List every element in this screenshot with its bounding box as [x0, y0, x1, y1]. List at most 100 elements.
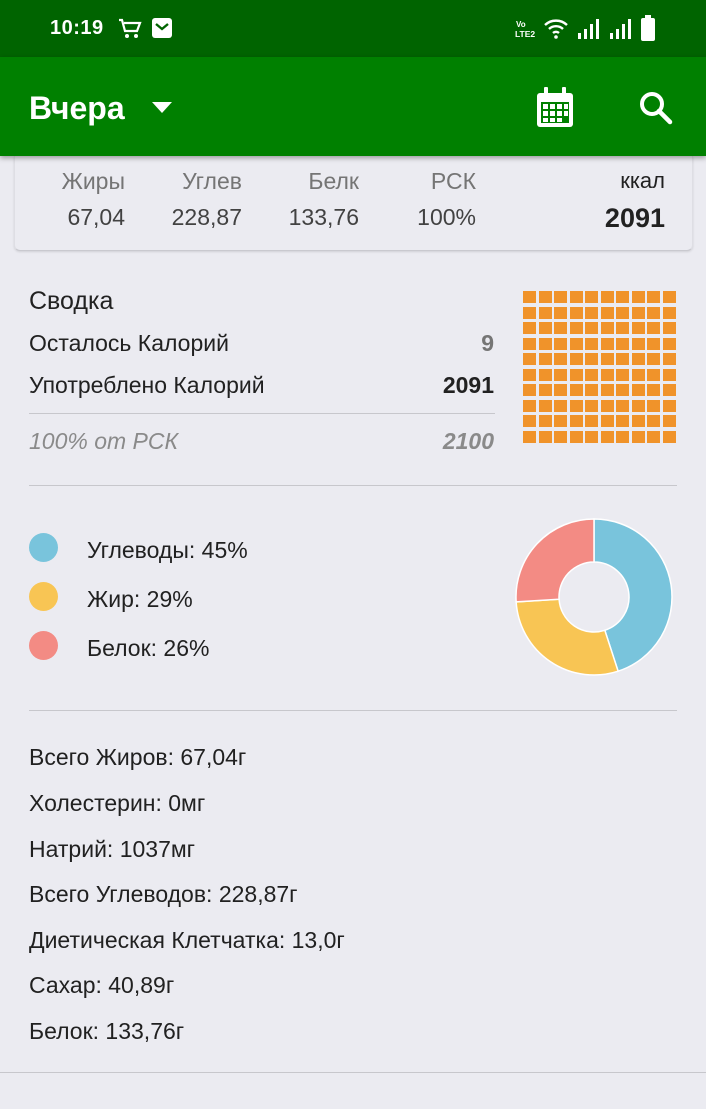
calorie-grid-cell — [631, 430, 645, 443]
calorie-grid-cell — [662, 415, 676, 427]
calorie-grid-cell — [554, 291, 567, 303]
calorie-grid-cell — [569, 291, 583, 303]
calorie-grid-cell — [631, 415, 645, 427]
wifi-icon — [544, 18, 568, 45]
calorie-grid-cell — [523, 306, 536, 319]
calorie-grid-cell — [538, 415, 552, 427]
calorie-grid-cell — [662, 337, 676, 350]
calorie-grid-cell — [585, 415, 598, 427]
consumed-calories-label: Употреблено Калорий — [29, 372, 265, 398]
calorie-grid-cell — [569, 384, 583, 396]
macro-protein-label: Белк — [308, 168, 359, 194]
status-bar: 10:19 Vo LTE2 — [0, 0, 706, 57]
calorie-grid-cell — [631, 399, 645, 412]
nutrient-total-carbs: Всего Углеводов: 228,87г — [29, 881, 298, 907]
calorie-grid-cell — [631, 384, 645, 396]
calendar-icon[interactable] — [535, 87, 575, 134]
calorie-grid-cell — [554, 322, 567, 334]
calorie-grid-cell — [600, 384, 614, 396]
calorie-grid-cell — [554, 430, 567, 443]
date-title[interactable]: Вчера — [29, 90, 125, 127]
calorie-grid-cell — [554, 384, 567, 396]
calorie-grid-cell — [538, 291, 552, 303]
consumed-calories-value: 2091 — [442, 372, 494, 398]
calorie-grid-cell — [569, 430, 583, 443]
calorie-grid-cell — [523, 415, 536, 427]
macro-rdi-value: 100% — [417, 204, 476, 230]
section-divider — [29, 710, 677, 711]
calorie-grid-cell — [554, 306, 567, 319]
calorie-grid-cell — [523, 384, 536, 396]
calorie-grid-cell — [631, 353, 645, 365]
nutrient-sugar: Сахар: 40,89г — [29, 972, 175, 998]
calorie-grid-cell — [523, 368, 536, 381]
calorie-grid-cell — [616, 399, 629, 412]
calorie-grid-cell — [647, 430, 660, 443]
legend-protein: Белок: 26% — [87, 635, 210, 661]
macro-fat-value: 67,04 — [67, 204, 125, 230]
calorie-grid-cell — [600, 291, 614, 303]
calorie-grid-cell — [585, 291, 598, 303]
calorie-grid-cell — [538, 384, 552, 396]
signal-icon — [577, 18, 599, 45]
calorie-grid-cell — [523, 337, 536, 350]
calorie-grid-cell — [662, 291, 676, 303]
macros-summary-bar: Жиры 67,04 Углев 228,87 Белк 133,76 РСК … — [14, 156, 693, 251]
calorie-grid-cell — [569, 337, 583, 350]
calorie-grid-cell — [585, 306, 598, 319]
macro-fat-label: Жиры — [61, 168, 125, 194]
calorie-grid-cell — [523, 353, 536, 365]
calorie-grid-cell — [538, 353, 552, 365]
nutrient-sodium: Натрий: 1037мг — [29, 836, 196, 862]
calorie-grid-cell — [647, 306, 660, 319]
calorie-grid-cell — [523, 291, 536, 303]
calorie-grid-cell — [569, 415, 583, 427]
app-bar: Вчера — [0, 57, 706, 156]
calorie-grid-cell — [647, 337, 660, 350]
macro-donut-chart — [515, 518, 673, 676]
calorie-grid-cell — [600, 322, 614, 334]
calorie-grid-cell — [523, 399, 536, 412]
calorie-grid-cell — [662, 399, 676, 412]
calorie-grid-cell — [662, 368, 676, 381]
calorie-grid-cell — [585, 368, 598, 381]
calorie-grid-cell — [616, 430, 629, 443]
search-icon[interactable] — [638, 90, 674, 131]
calorie-grid-cell — [600, 306, 614, 319]
calorie-grid-cell — [538, 306, 552, 319]
nutrient-fiber: Диетическая Клетчатка: 13,0г — [29, 927, 345, 953]
macro-kcal-label: ккал — [620, 168, 665, 193]
calorie-grid-cell — [554, 337, 567, 350]
calorie-grid-cell — [647, 322, 660, 334]
svg-text:LTE2: LTE2 — [515, 29, 535, 39]
calorie-grid-cell — [600, 415, 614, 427]
calorie-grid-cell — [554, 399, 567, 412]
calorie-grid-cell — [569, 368, 583, 381]
donut-slice-fat — [515, 598, 620, 676]
calorie-grid-cell — [585, 399, 598, 412]
calorie-grid-cell — [600, 337, 614, 350]
remaining-calories-label: Осталось Калорий — [29, 330, 229, 356]
calorie-grid-cell — [523, 430, 536, 443]
calorie-grid-cell — [616, 368, 629, 381]
calorie-grid-cell — [523, 322, 536, 334]
remaining-calories-value: 9 — [481, 330, 494, 356]
bottom-divider — [0, 1072, 706, 1073]
calorie-grid-cell — [662, 306, 676, 319]
calorie-grid-cell — [554, 353, 567, 365]
calorie-grid-cell — [631, 337, 645, 350]
calorie-grid-cell — [538, 399, 552, 412]
calorie-grid-cell — [600, 430, 614, 443]
donut-slice-protein — [515, 518, 595, 603]
calorie-grid-cell — [616, 322, 629, 334]
dropdown-arrow-icon[interactable] — [152, 101, 172, 119]
macro-carbs-label: Углев — [182, 168, 242, 194]
calorie-grid-cell — [554, 368, 567, 381]
calorie-grid-cell — [631, 368, 645, 381]
section-divider — [29, 485, 677, 486]
rdi-target-value: 2100 — [442, 428, 494, 454]
macro-kcal-value: 2091 — [604, 203, 665, 233]
macro-protein-value: 133,76 — [288, 204, 359, 230]
cart-icon — [118, 18, 142, 45]
calorie-grid-cell — [647, 353, 660, 365]
